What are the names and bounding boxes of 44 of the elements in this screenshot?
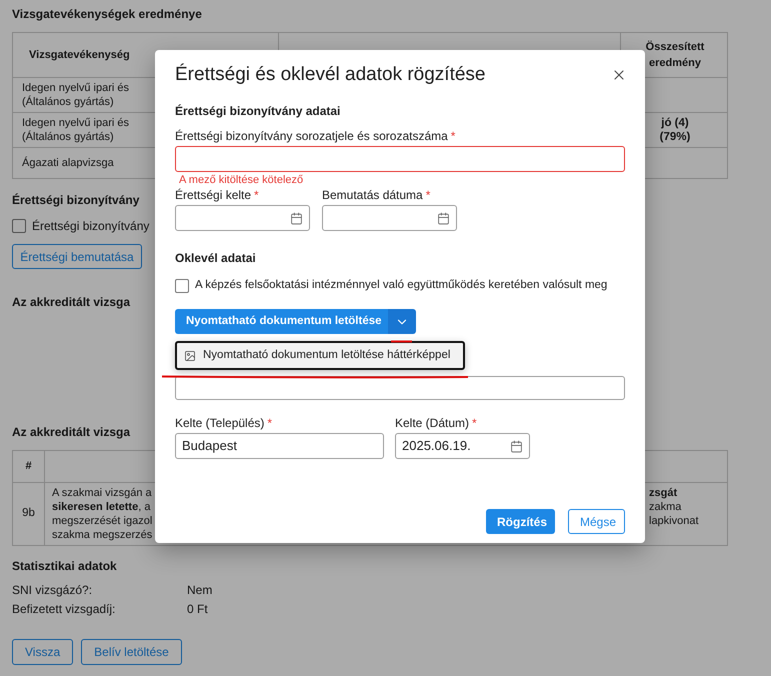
required-mark: * [267, 415, 272, 432]
table-cell-text: zsgát zakma lapkivonat [649, 486, 700, 528]
error-message: A mező kitöltése kötelező [179, 174, 304, 186]
stat-label: SNI vizsgázó?: [12, 582, 94, 598]
required-mark: * [472, 415, 477, 432]
column-header: # [25, 459, 32, 474]
cancel-button[interactable]: Mégse [568, 509, 625, 534]
table-cell: Ágazati alapvizsga [22, 156, 114, 170]
section-title: Statisztikai adatok [12, 558, 117, 574]
field-label: Érettségi bizonyítvány sorozatjele és sorozatszáma [175, 128, 448, 145]
required-mark: * [254, 187, 259, 204]
section-title: Érettségi bizonyítvány adatai [175, 103, 342, 119]
checkbox-label: Érettségi bizonyítvány [32, 218, 150, 235]
stat-label: Befizetett vizsgadíj: [12, 600, 116, 618]
checkbox-label: A képzés felsőoktatási intézménnyel való együttműködés keretében valósult meg [195, 278, 608, 294]
date-field[interactable]: 2025.06.19. [395, 433, 530, 459]
back-button[interactable]: Vissza [12, 639, 74, 665]
field-label: Érettségi kelte [175, 187, 252, 204]
save-button[interactable]: Rögzítés [486, 509, 555, 534]
dialog-title: Érettségi és oklevél adatok rögzítése [175, 62, 486, 87]
required-mark: * [426, 187, 430, 204]
show-certificate-button[interactable]: Érettségi bemutatása [12, 244, 142, 269]
table-cell: Idegen nyelvű ipari és (Általános gyártás) [22, 116, 130, 144]
required-mark: * [450, 128, 456, 145]
table-cell: Idegen nyelvű ipari és (Általános gyártás) [22, 81, 130, 109]
section-title: Az akkreditált vizsga [12, 424, 130, 440]
stat-value: Nem [187, 582, 212, 598]
section-title: Az akkreditált vizsga [12, 294, 130, 310]
section-title: Oklevél adatai [175, 250, 257, 266]
download-button[interactable]: Belív letöltése [81, 639, 182, 665]
input-field[interactable]: Budapest [175, 433, 384, 459]
field-label: Kelte (Dátum) [395, 415, 470, 432]
field-label: Bemutatás dátuma [322, 187, 423, 204]
table-cell: A szakmai vizsgán a sikeresen letette, a megszerzését igazol szakma megszerzés [52, 486, 152, 542]
column-header: Összesített eredmény [644, 40, 706, 71]
download-button[interactable]: Nyomtatható dokumentum letöltése [175, 309, 388, 334]
column-header: Vizsgatevékenység [29, 48, 130, 63]
table-cell: jó (4) (79%) [660, 116, 690, 144]
field-label: Kelte (Település) [175, 415, 264, 432]
section-title: Érettségi bizonyítvány [12, 192, 140, 208]
menu-item[interactable]: Nyomtatható dokumentum letöltése háttérképpel [175, 341, 465, 370]
stat-value: 0 Ft [187, 600, 208, 618]
table-cell-text: 9b [22, 506, 35, 522]
section-title: Vizsgatevékenységek eredménye [12, 6, 202, 22]
